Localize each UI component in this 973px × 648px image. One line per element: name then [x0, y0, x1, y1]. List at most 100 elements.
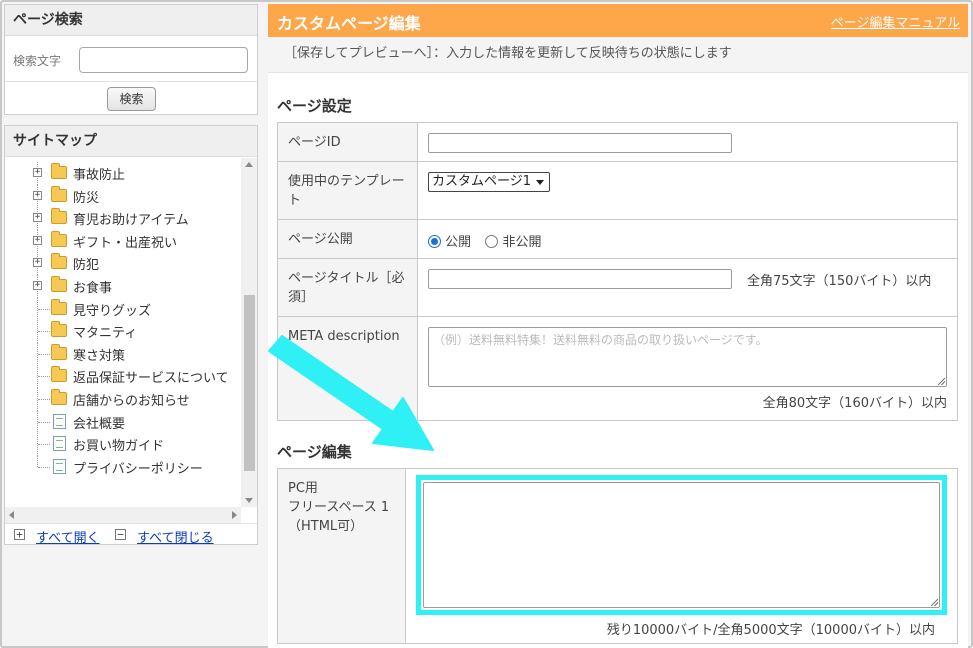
publish-on-label: 公開: [445, 235, 472, 250]
tree-footer: + すべて開く − すべて閉じる: [5, 523, 257, 546]
scroll-up-icon[interactable]: [245, 162, 253, 167]
sitemap-title: サイトマップ: [5, 126, 257, 157]
notice-bar: ［保存してプレビューへ］：入力した情報を更新して反映待ちの状態にします: [268, 37, 968, 73]
sitemap-item[interactable]: お買い物ガイド: [5, 433, 241, 457]
sitemap-item[interactable]: + 事故防止: [5, 162, 241, 185]
tree-line: [38, 399, 50, 400]
search-label: 検索文字: [13, 54, 62, 68]
sitemap-item[interactable]: 会社概要: [5, 410, 241, 434]
sitemap-item-label: 寒さ対策: [73, 348, 126, 364]
folder-icon: [51, 185, 67, 202]
folder-icon: [51, 343, 67, 360]
tree-line: [38, 376, 50, 378]
meta-hint: 全角80文字（160バイト）以内: [762, 396, 947, 411]
tree-line: [38, 444, 50, 446]
expand-toggle-icon[interactable]: +: [33, 168, 42, 177]
tree-vertical-scrollbar[interactable]: [241, 158, 257, 507]
folder-icon: [51, 366, 67, 383]
search-input[interactable]: [79, 47, 248, 73]
expand-toggle-icon[interactable]: +: [33, 235, 42, 245]
sitemap-item-label: お買い物ガイド: [73, 439, 165, 455]
expand-toggle-icon[interactable]: +: [33, 258, 42, 268]
expand-all-link[interactable]: すべて開く: [36, 527, 100, 546]
main-panel: カスタムページ編集 ページ編集マニュアル ［保存してプレビューへ］：入力した情報…: [268, 4, 968, 648]
template-label: 使用中のテンプレート: [277, 161, 418, 220]
resize-grip-icon[interactable]: [931, 599, 938, 606]
sitemap-item[interactable]: 返品保証サービスについて: [5, 365, 241, 389]
page-search-panel: ページ検索 検索文字 検索: [4, 4, 258, 115]
sitemap-item[interactable]: マタニティ: [5, 320, 241, 344]
settings-section-title: ページ設定: [277, 97, 352, 115]
expand-toggle-icon[interactable]: +: [33, 213, 42, 223]
row-publish: ページ公開 公開 非公開: [277, 219, 958, 259]
resize-grip-icon[interactable]: [938, 378, 945, 385]
manual-link[interactable]: ページ編集マニュアル: [831, 12, 960, 31]
tree-line: [38, 353, 50, 355]
expand-toggle-icon[interactable]: +: [33, 281, 42, 290]
sitemap-item-label: お食事: [73, 281, 113, 296]
pc-freespace-textarea[interactable]: [423, 482, 940, 608]
row-meta: META description （例）送料無料特集！送料無料の商品の取り扱いペ…: [277, 316, 958, 421]
meta-textarea[interactable]: （例）送料無料特集！送料無料の商品の取り扱いページです。: [428, 327, 947, 387]
template-select[interactable]: カスタムページ1: [428, 172, 551, 192]
scroll-down-icon[interactable]: [245, 498, 253, 503]
collapse-all-link[interactable]: すべて閉じる: [137, 527, 214, 546]
sitemap-item[interactable]: プライバシーポリシー: [5, 455, 241, 478]
page-id-input[interactable]: [428, 133, 732, 153]
scrollbar-thumb[interactable]: [244, 295, 255, 471]
pc-freespace-hint: 残り10000バイト/全角5000文字（10000バイト）以内: [606, 623, 935, 638]
folder-icon: [51, 208, 67, 225]
scroll-right-icon[interactable]: [232, 511, 237, 519]
scroll-left-icon[interactable]: [9, 511, 14, 519]
sitemap-item-label: 店舗からのお知らせ: [73, 394, 190, 409]
sitemap-tree: + 事故防止 + 防災 + 育児お助けアイテム + ギフト・出産祝い + 防犯 + お食事 見守りグッズ…: [5, 158, 241, 507]
sitemap-item[interactable]: + 防犯: [5, 252, 241, 276]
sitemap-item[interactable]: 見守りグッズ: [5, 297, 241, 321]
publish-cell: 公開 非公開: [417, 219, 958, 259]
highlight-box: [416, 475, 947, 615]
sitemap-item-label: 見守りグッズ: [73, 303, 152, 319]
sitemap-item[interactable]: + ギフト・出産祝い: [5, 229, 241, 253]
tree-horizontal-scrollbar[interactable]: [5, 507, 241, 523]
folder-icon: [51, 389, 67, 405]
meta-label: META description: [277, 316, 418, 421]
expand-toggle-icon[interactable]: +: [33, 190, 42, 200]
row-page-id: ページID: [277, 122, 958, 162]
pc-label-line1: PC用: [288, 481, 318, 496]
page-title-cell: 全角75文字（150バイト）以内: [417, 258, 958, 317]
edit-section-title: ページ編集: [277, 443, 352, 461]
page-id-cell: [417, 122, 958, 162]
sitemap-item[interactable]: 店舗からのお知らせ: [5, 388, 241, 411]
pc-freespace-cell: 残り10000バイト/全角5000文字（10000バイト）以内: [405, 468, 958, 644]
sitemap-item[interactable]: + 育児お助けアイテム: [5, 207, 241, 231]
search-button[interactable]: 検索: [107, 87, 156, 111]
unpublish-radio[interactable]: [485, 235, 499, 248]
publish-label: ページ公開: [277, 219, 418, 259]
folder-icon: [51, 276, 67, 292]
folder-icon: [51, 298, 67, 315]
publish-off-label: 非公開: [502, 235, 542, 250]
publish-radio[interactable]: [428, 235, 441, 248]
sitemap-item[interactable]: 寒さ対策: [5, 342, 241, 366]
sitemap-item-label: 返品保証サービスについて: [73, 371, 229, 387]
expand-all-icon[interactable]: +: [14, 529, 25, 540]
sitemap-item-label: 防犯: [73, 258, 100, 274]
template-select-value: カスタムページ1: [432, 174, 532, 189]
sitemap-item-label: ギフト・出産祝い: [73, 235, 178, 251]
tree-line: [38, 331, 50, 333]
tree-line: [38, 466, 50, 468]
sitemap-item-label: 会社概要: [73, 416, 126, 432]
sitemap-item[interactable]: + お食事: [5, 275, 241, 298]
tree-line: [37, 455, 38, 467]
main-header: カスタムページ編集 ページ編集マニュアル: [268, 4, 968, 37]
page-title-input[interactable]: [428, 269, 732, 289]
meta-placeholder: （例）送料無料特集！送料無料の商品の取り扱いページです。: [433, 333, 768, 347]
sitemap-item[interactable]: + 防災: [5, 184, 241, 208]
page-title-label: ページタイトル［必須］: [277, 258, 418, 317]
page-icon: [53, 413, 66, 429]
folder-icon: [51, 230, 67, 247]
page-title: カスタムページ編集: [277, 14, 421, 33]
page-search-title: ページ検索: [5, 5, 257, 36]
collapse-all-icon[interactable]: −: [115, 529, 126, 540]
page-id-label: ページID: [277, 122, 418, 162]
